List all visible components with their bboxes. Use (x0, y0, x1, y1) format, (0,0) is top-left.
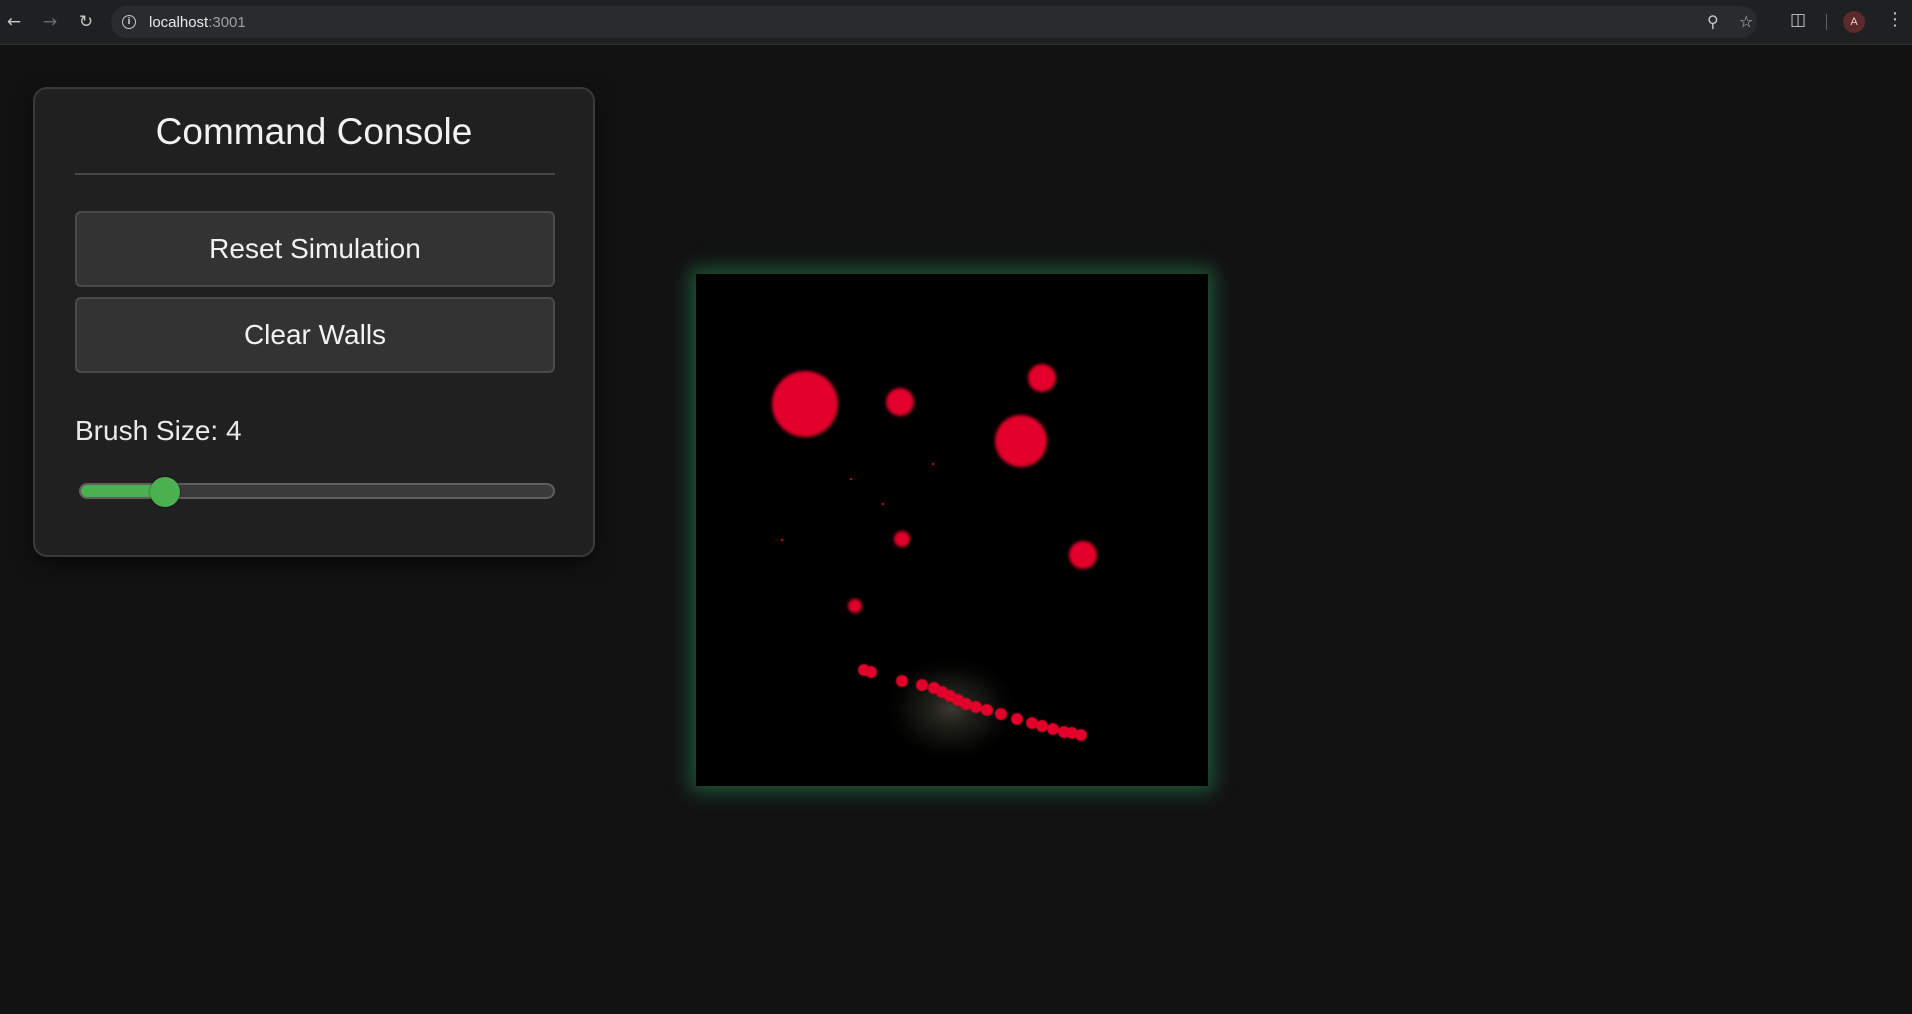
particle (894, 531, 910, 547)
reload-icon[interactable]: ↻ (75, 11, 97, 33)
toolbar-divider (1826, 14, 1827, 30)
particle (1036, 720, 1048, 732)
particle (780, 538, 784, 542)
reset-simulation-button[interactable]: Reset Simulation (75, 211, 555, 287)
particle (848, 599, 862, 613)
particle (1028, 364, 1056, 392)
command-console-panel: Command Console Reset Simulation Clear W… (33, 87, 595, 557)
avatar[interactable]: A (1843, 11, 1865, 33)
particle (1011, 713, 1023, 725)
back-arrow-icon[interactable]: ← (3, 11, 25, 33)
particle (1075, 729, 1087, 741)
particle (931, 462, 935, 466)
particle (881, 502, 885, 506)
zoom-icon[interactable]: ⚲ (1707, 14, 1719, 30)
star-icon[interactable]: ☆ (1739, 14, 1753, 30)
particle (896, 675, 908, 687)
clear-walls-button[interactable]: Clear Walls (75, 297, 555, 373)
brush-size-slider[interactable] (77, 473, 557, 509)
particle (772, 371, 838, 437)
particle (886, 388, 914, 416)
particle (849, 477, 853, 481)
brush-size-label: Brush Size: 4 (75, 415, 242, 446)
info-icon[interactable]: i (122, 15, 136, 29)
simulation-canvas[interactable] (696, 274, 1208, 786)
address-bar[interactable]: i localhost:3001 ⚲ ☆ (111, 6, 1757, 38)
particle (916, 679, 928, 691)
particle (1069, 541, 1097, 569)
particle (981, 704, 993, 716)
browser-toolbar: ← → ↻ i localhost:3001 ⚲ ☆ ◫ A ⋮ (0, 0, 1912, 45)
particle (995, 708, 1007, 720)
particle-layer (772, 364, 1097, 764)
puzzle-icon[interactable]: ◫ (1790, 12, 1806, 29)
particle (865, 666, 877, 678)
forward-arrow-icon[interactable]: → (39, 11, 61, 33)
divider (75, 173, 555, 175)
page-title: Command Console (155, 111, 473, 152)
kebab-menu-icon[interactable]: ⋮ (1886, 11, 1904, 29)
particle (970, 701, 982, 713)
particle (1047, 723, 1059, 735)
url-text[interactable]: localhost:3001 (149, 14, 246, 31)
slider-thumb[interactable] (149, 477, 180, 507)
particle (995, 415, 1047, 467)
